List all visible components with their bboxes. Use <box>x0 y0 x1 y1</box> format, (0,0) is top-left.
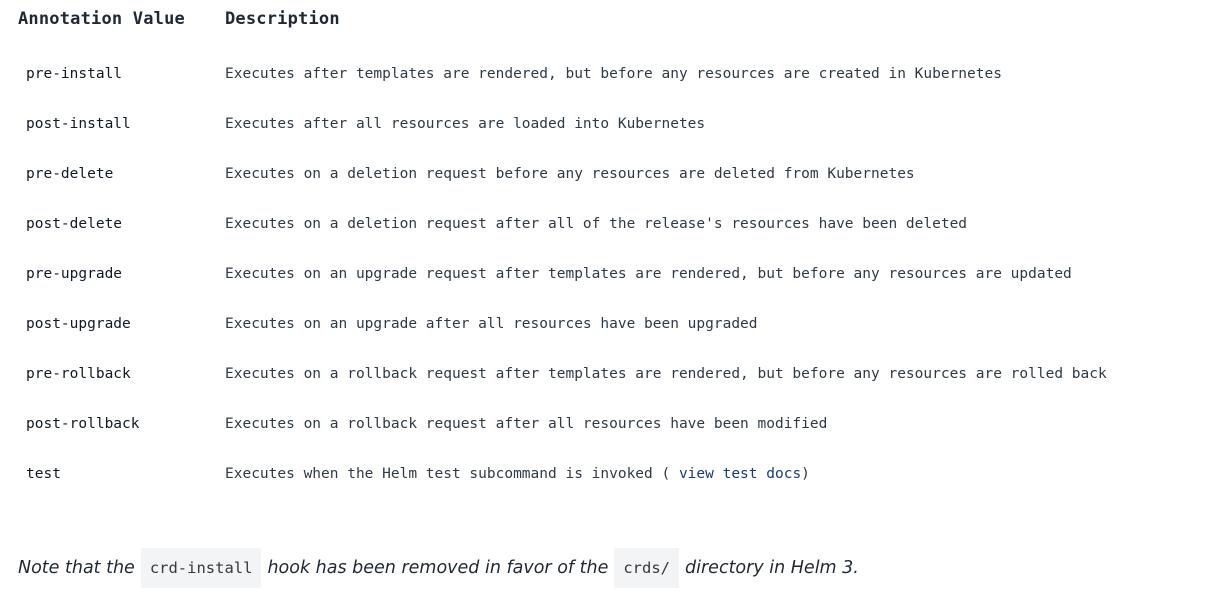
table-row: pre-delete Executes on a deletion reques… <box>18 164 1218 214</box>
hook-name: post-rollback <box>26 416 140 432</box>
header-annotation-value: Annotation Value <box>18 9 185 29</box>
hook-name: post-upgrade <box>26 316 131 332</box>
table-row: post-upgrade Executes on an upgrade afte… <box>18 314 1218 364</box>
hook-name: pre-rollback <box>26 366 131 382</box>
hook-description: Executes on an upgrade request after tem… <box>225 266 1072 282</box>
hook-name: pre-delete <box>26 166 114 182</box>
hook-description: Executes on a deletion request before an… <box>225 166 915 182</box>
table-header: Annotation Value Description <box>18 8 1218 32</box>
table-row: post-rollback Executes on a rollback req… <box>18 414 1218 464</box>
table-row: test Executes when the Helm test subcomm… <box>18 464 1218 514</box>
table-row: post-install Executes after all resource… <box>18 114 1218 164</box>
view-test-docs-link[interactable]: view test docs <box>679 466 801 482</box>
hook-description: Executes on an upgrade after all resourc… <box>225 316 758 332</box>
hook-description: Executes on a rollback request after tem… <box>225 366 1107 382</box>
hook-name: post-install <box>26 116 131 132</box>
hook-name: pre-install <box>26 66 123 82</box>
note-text-3: directory in Helm 3. <box>685 558 859 578</box>
hook-description-suffix: ) <box>801 466 810 482</box>
hook-description: Executes on a rollback request after all… <box>225 416 828 432</box>
crds-directory-code: crds/ <box>614 548 680 588</box>
hook-name: pre-upgrade <box>26 266 123 282</box>
hook-name: post-delete <box>26 216 123 232</box>
hook-name: test <box>26 466 61 482</box>
table-row: pre-upgrade Executes on an upgrade reque… <box>18 264 1218 314</box>
note-text-2: hook has been removed in favor of the <box>267 558 609 578</box>
table-row: post-delete Executes on a deletion reque… <box>18 214 1218 264</box>
hooks-table: Annotation Value Description pre-install… <box>18 8 1218 482</box>
crd-install-code: crd-install <box>140 548 262 588</box>
table-body: pre-install Executes after templates are… <box>18 64 1218 514</box>
table-row: pre-rollback Executes on a rollback requ… <box>18 364 1218 414</box>
header-description: Description <box>225 9 340 29</box>
hook-description: Executes on a deletion request after all… <box>225 216 968 232</box>
helm3-note: Note that the crd-install hook has been … <box>18 548 859 588</box>
hook-description: Executes after templates are rendered, b… <box>225 66 1002 82</box>
hook-description-text: Executes when the Helm test subcommand i… <box>225 466 679 482</box>
note-text-1: Note that the <box>18 558 135 578</box>
hook-description: Executes when the Helm test subcommand i… <box>225 464 810 484</box>
table-row: pre-install Executes after templates are… <box>18 64 1218 114</box>
hook-description: Executes after all resources are loaded … <box>225 116 706 132</box>
